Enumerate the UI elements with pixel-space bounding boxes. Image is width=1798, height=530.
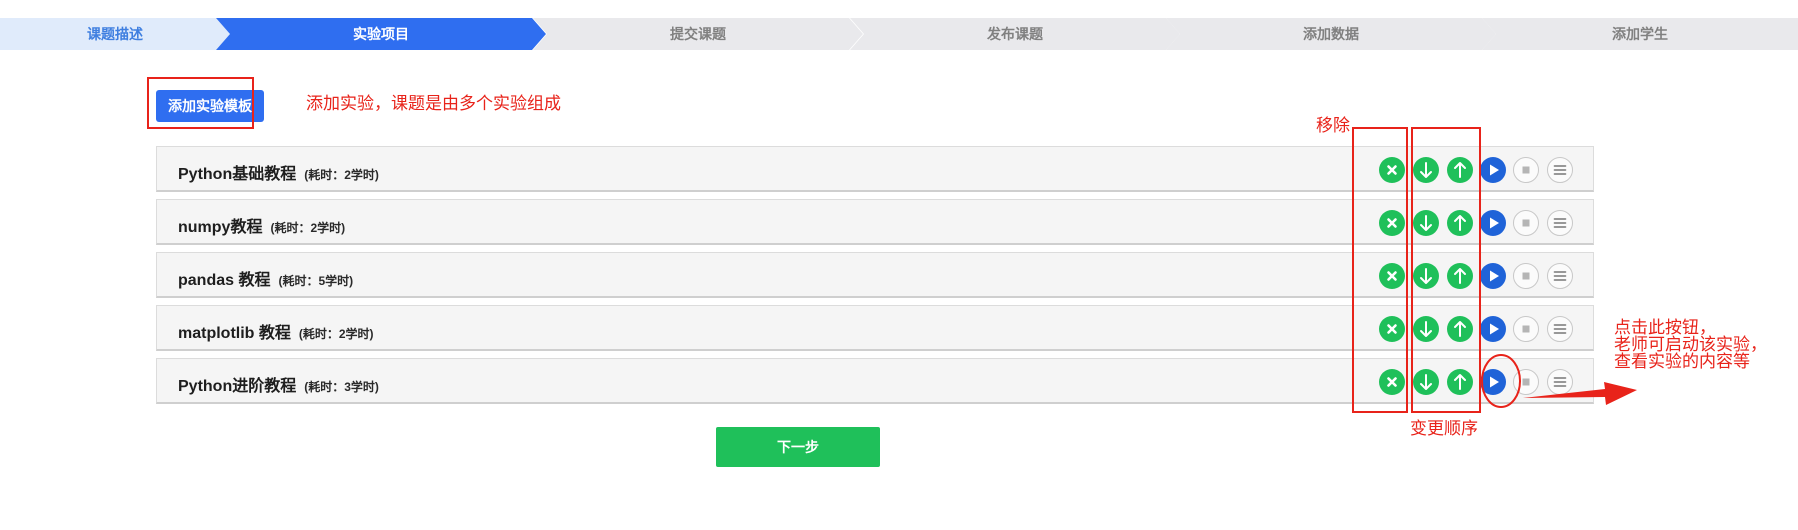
annotation-arrow	[1523, 382, 1637, 405]
annotation-overlay	[1481, 354, 1637, 408]
annotation-play-note: 点击此按钮， 老师可启动该实验， 查看实验的内容等	[1614, 318, 1767, 371]
annotation-ellipse-play	[1481, 354, 1521, 408]
